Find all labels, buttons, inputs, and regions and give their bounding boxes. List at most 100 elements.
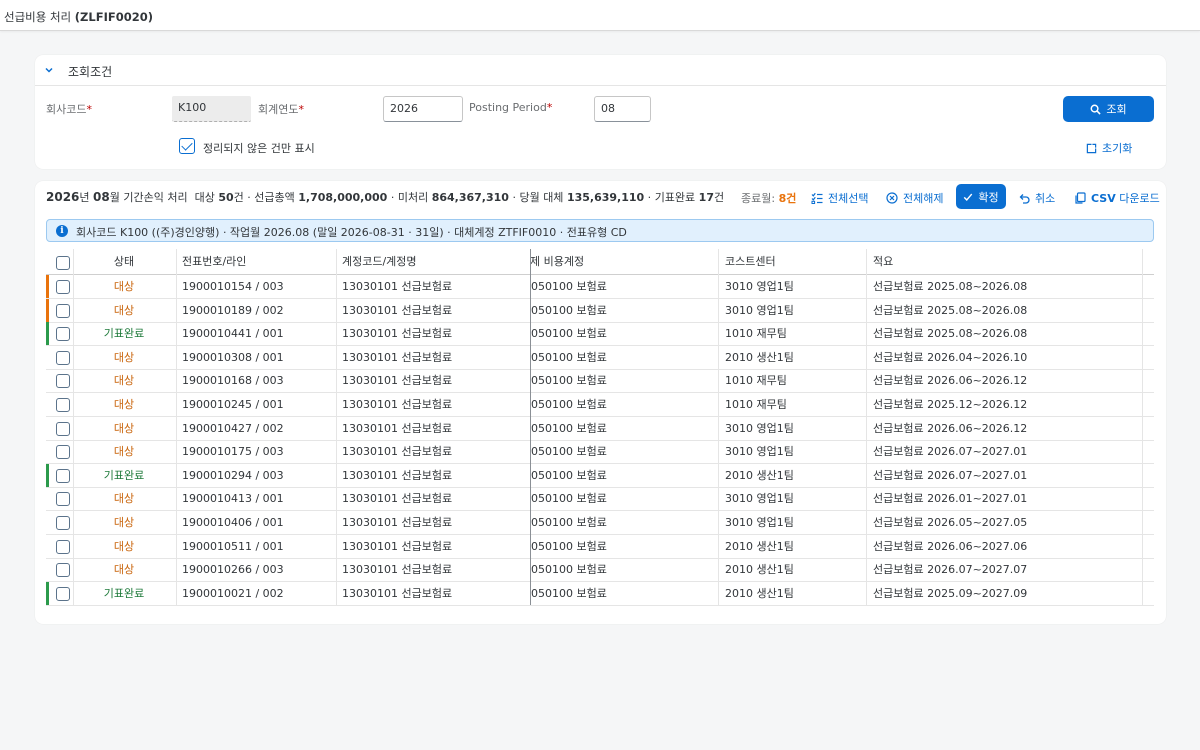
confirm-label: 확정 — [978, 190, 999, 204]
col-document[interactable]: 전표번호/라인 — [182, 249, 332, 275]
row-select-checkbox[interactable] — [56, 563, 70, 578]
table-row[interactable]: 대상 1900010189 / 002 13030101 선급보험료 050100 보… — [46, 298, 1154, 323]
fiscal-year-label: 회계연도* — [258, 103, 304, 116]
cell-document: 1900010413 / 001 — [182, 492, 284, 506]
cell-account: 13030101 선급보험료 — [342, 280, 453, 293]
cell-account: 13030101 선급보험료 — [342, 421, 453, 435]
unsettled-only-label: 정리되지 않은 건만 표시 — [203, 142, 315, 155]
header-select-checkbox[interactable] — [56, 256, 70, 270]
col-status[interactable]: 상태 — [72, 249, 176, 275]
fiscal-year-input[interactable]: 2026 — [383, 96, 463, 122]
cell-description: 선급보험료 2025.12~2026.12 — [873, 398, 1028, 411]
col-cost-center[interactable]: 코스트센터 — [725, 249, 865, 275]
table-row[interactable]: 대상 1900010266 / 003 13030101 선급보험료 050100 보… — [46, 558, 1154, 583]
table-row[interactable]: 대상 1900010413 / 001 13030101 선급보험료 050100 보… — [46, 487, 1154, 512]
info-icon: i — [56, 225, 68, 237]
cell-document: 1900010154 / 003 — [182, 280, 284, 293]
cell-cost-center: 2010 생산1팀 — [725, 468, 794, 482]
confirm-button[interactable]: 확정 — [956, 184, 1006, 209]
row-select-checkbox[interactable] — [56, 398, 70, 412]
table-row[interactable]: 기표완료 1900010021 / 002 13030101 선급보험료 050100… — [46, 581, 1154, 606]
cell-description: 선급보험료 2026.07~2027.01 — [873, 445, 1028, 459]
row-select-checkbox[interactable] — [56, 280, 70, 294]
cancel-button[interactable]: 취소 — [1018, 190, 1055, 206]
table-row[interactable]: 대상 1900010154 / 003 13030101 선급보험료 050100 보… — [46, 275, 1154, 299]
table-row[interactable]: 대상 1900010308 / 001 13030101 선급보험료 050100 보… — [46, 346, 1154, 370]
row-status-indicator — [46, 298, 49, 322]
row-select-checkbox[interactable] — [56, 586, 70, 601]
company-code-field: K100 — [172, 96, 251, 122]
cell-status: 대상 — [113, 280, 135, 293]
posting-period-input[interactable]: 08 — [594, 96, 651, 122]
cell-expense-account: 050100 보험료 — [531, 398, 607, 411]
row-select-checkbox[interactable] — [56, 327, 70, 342]
table-row[interactable]: 대상 1900010406 / 001 13030101 선급보험료 050100 보… — [46, 511, 1154, 535]
checkmark-icon — [964, 193, 973, 201]
cell-status: 기표완료 — [103, 327, 145, 341]
cell-status: 대상 — [113, 563, 135, 577]
row-select-checkbox[interactable] — [56, 374, 70, 389]
cell-document: 1900010175 / 003 — [182, 445, 284, 459]
column-divider — [1142, 249, 1143, 605]
cell-document: 1900010245 / 001 — [182, 398, 284, 411]
posting-period-label: Posting Period* — [469, 101, 553, 114]
cell-status: 대상 — [113, 374, 135, 388]
cell-document: 1900010021 / 002 — [182, 586, 284, 600]
column-divider — [73, 249, 74, 605]
reset-button[interactable]: 초기화 — [1086, 140, 1132, 156]
row-select-checkbox[interactable] — [56, 303, 70, 318]
cell-status: 대상 — [113, 492, 135, 506]
row-status-indicator — [46, 322, 49, 346]
table-row[interactable]: 대상 1900010245 / 001 13030101 선급보험료 050100 보… — [46, 393, 1154, 417]
cell-description: 선급보험료 2026.06~2027.06 — [873, 539, 1028, 553]
col-expense-account[interactable]: 제 비용계정 — [530, 249, 710, 275]
row-select-checkbox[interactable] — [56, 421, 70, 436]
table-row[interactable]: 대상 1900010511 / 001 13030101 선급보험료 050100 보… — [46, 535, 1154, 559]
cell-status: 대상 — [113, 516, 135, 529]
cell-cost-center: 1010 재무팀 — [725, 398, 787, 411]
cell-expense-account: 050100 보험료 — [531, 350, 607, 364]
table-row[interactable]: 기표완료 1900010294 / 003 13030101 선급보험료 050100… — [46, 463, 1154, 488]
row-select-checkbox[interactable] — [56, 516, 70, 530]
row-select-checkbox[interactable] — [56, 539, 70, 554]
cell-description: 선급보험료 2025.08~2026.08 — [873, 280, 1028, 293]
data-table: 상태 전표번호/라인 계정코드/계정명 제 비용계정 코스트센터 적요 대상 19… — [46, 249, 1154, 606]
row-select-checkbox[interactable] — [56, 468, 70, 483]
unsettled-only-checkbox[interactable] — [179, 138, 195, 154]
col-account[interactable]: 계정코드/계정명 — [342, 249, 522, 275]
cell-document: 1900010441 / 001 — [182, 327, 284, 341]
cell-expense-account: 050100 보험료 — [531, 445, 607, 459]
table-row[interactable]: 기표완료 1900010441 / 001 13030101 선급보험료 050100… — [46, 322, 1154, 347]
table-row[interactable]: 대상 1900010168 / 003 13030101 선급보험료 050100 보… — [46, 369, 1154, 394]
cell-description: 선급보험료 2026.07~2027.07 — [873, 563, 1028, 577]
row-select-checkbox[interactable] — [56, 350, 70, 365]
csv-label: CSV — [1091, 192, 1116, 205]
column-divider — [336, 249, 337, 605]
cell-cost-center: 2010 생산1팀 — [725, 350, 794, 364]
filter-title: 조회조건 — [68, 65, 113, 79]
cell-cost-center: 3010 영업1팀 — [725, 445, 794, 459]
closed-month-count: 종료월: 8건 — [741, 192, 797, 205]
chevron-down-icon[interactable] — [44, 65, 54, 75]
cell-document: 1900010511 / 001 — [182, 539, 284, 553]
search-button[interactable]: 조회 — [1063, 96, 1154, 122]
table-row[interactable]: 대상 1900010175 / 003 13030101 선급보험료 050100 보… — [46, 440, 1154, 465]
cell-cost-center: 2010 생산1팀 — [725, 563, 794, 577]
column-resize-handle[interactable] — [530, 249, 531, 605]
deselect-all-label: 전체해제 — [903, 192, 944, 205]
copy-icon — [1075, 192, 1086, 204]
select-all-button[interactable]: 전체선택 — [811, 190, 868, 206]
filter-header[interactable]: 조회조건 — [35, 55, 1166, 86]
cell-description: 선급보험료 2025.08~2026.08 — [873, 327, 1028, 341]
info-text: 회사코드 K100 ((주)경인양행) · 작업월 2026.08 (말일 20… — [76, 226, 627, 239]
table-row[interactable]: 대상 1900010427 / 002 13030101 선급보험료 050100 보… — [46, 417, 1154, 441]
deselect-all-button[interactable]: 전체해제 — [886, 190, 943, 206]
row-status-indicator — [46, 463, 49, 487]
cell-description: 선급보험료 2026.06~2026.12 — [873, 421, 1028, 435]
cell-status: 대상 — [113, 539, 135, 553]
row-select-checkbox[interactable] — [56, 445, 70, 460]
col-description[interactable]: 적요 — [873, 249, 1133, 275]
row-select-checkbox[interactable] — [56, 492, 70, 507]
column-divider — [866, 249, 867, 605]
csv-download-button[interactable]: CSV 다운로드 — [1074, 190, 1160, 206]
